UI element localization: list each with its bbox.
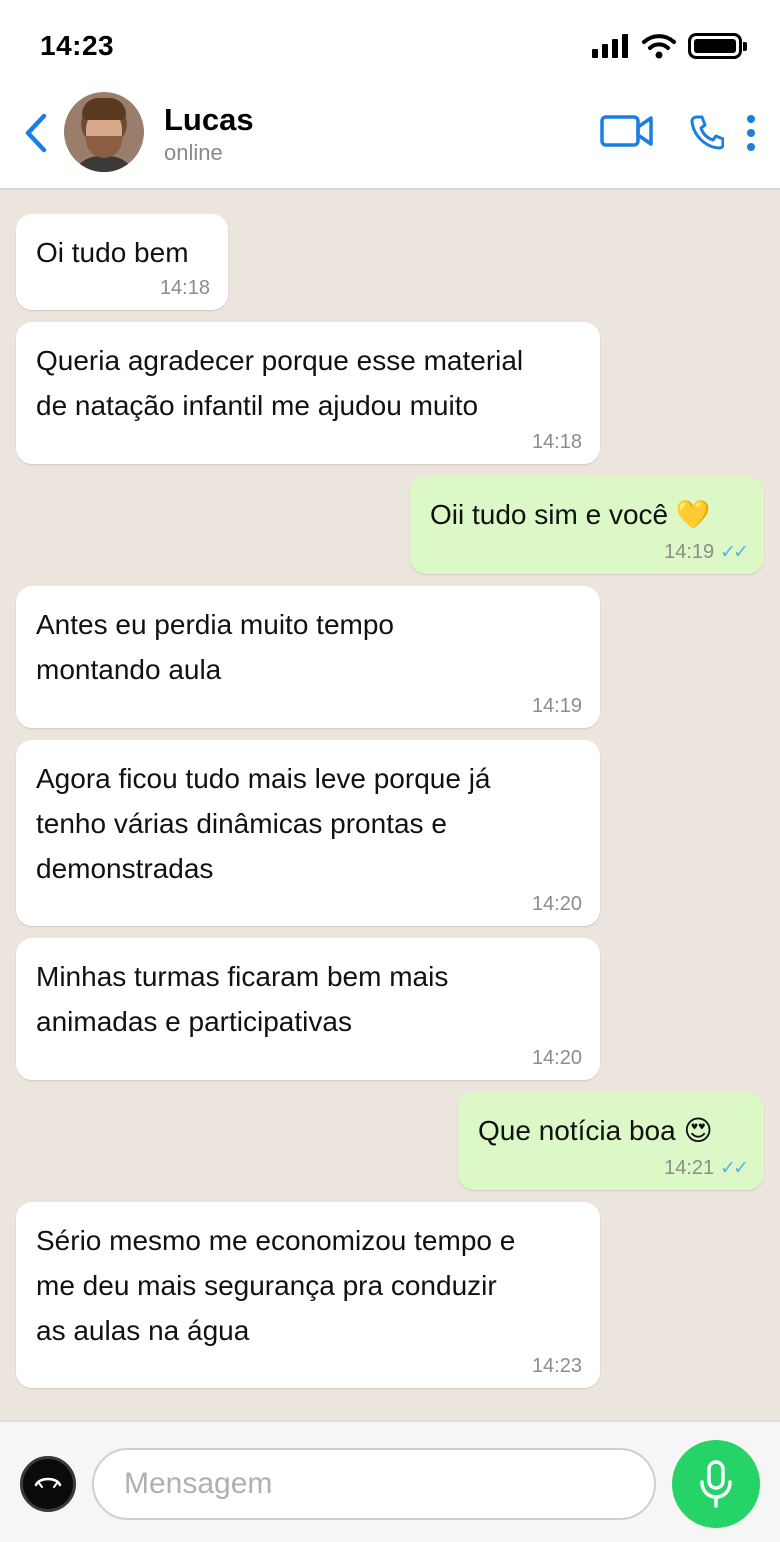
read-ticks-icon: ✓✓ (720, 1158, 749, 1179)
message-text: Antes eu perdia muito tempo montando aul… (36, 609, 394, 685)
message-time: 14:18 (531, 431, 582, 453)
contact-avatar[interactable] (64, 92, 144, 172)
video-camera-icon[interactable] (600, 114, 654, 148)
message-bubble-incoming[interactable]: Sério mesmo me economizou tempo e me deu… (16, 1202, 600, 1388)
message-time: 14:20 (531, 1047, 582, 1069)
contact-status: online (164, 140, 223, 165)
message-time: 14:18 (159, 277, 210, 299)
message-text: Minhas turmas ficaram bem mais animadas … (36, 961, 449, 1037)
message-text: Agora ficou tudo mais leve porque já ten… (36, 763, 491, 884)
message-bubble-incoming[interactable]: Antes eu perdia muito tempo montando aul… (16, 586, 600, 728)
status-icons (592, 30, 747, 62)
phone-icon[interactable] (690, 114, 724, 150)
status-bar: 14:23 (0, 0, 780, 88)
yellow-heart-emoji: 💛 (675, 498, 711, 531)
wifi-icon (642, 34, 676, 59)
message-bubble-outgoing[interactable]: Oii tudo sim e você 💛 14:19 ✓✓ (410, 476, 764, 574)
message-time: 14:23 (531, 1355, 582, 1377)
back-chevron-icon[interactable] (18, 110, 54, 156)
contact-name[interactable]: Lucas (164, 102, 254, 138)
message-text: Sério mesmo me economizou tempo e me deu… (36, 1225, 516, 1346)
battery-icon (688, 33, 747, 59)
microphone-icon (700, 1460, 732, 1508)
message-text: Oi tudo bem (36, 237, 189, 268)
message-bubble-incoming[interactable]: Oi tudo bem 14:18 (16, 214, 228, 310)
status-time: 14:23 (40, 30, 115, 61)
more-vertical-icon[interactable] (744, 114, 758, 152)
message-time: 14:21 (664, 1157, 715, 1179)
message-text: Queria agradecer porque esse material de… (36, 345, 524, 421)
message-text: Que notícia boa 😍 (478, 1114, 713, 1147)
message-time: 14:19 (664, 541, 715, 563)
message-bubble-outgoing[interactable]: Que notícia boa 😍 14:21 ✓✓ (458, 1092, 764, 1190)
read-ticks-icon: ✓✓ (720, 542, 749, 563)
message-time: 14:19 (531, 695, 582, 717)
chat-header: Lucas online (0, 88, 780, 190)
message-bubble-incoming[interactable]: Queria agradecer porque esse material de… (16, 322, 600, 464)
message-input-bar (0, 1420, 780, 1542)
message-input[interactable] (92, 1448, 656, 1520)
heart-eyes-emoji: 😍 (683, 1114, 713, 1147)
message-bubble-incoming[interactable]: Minhas turmas ficaram bem mais animadas … (16, 938, 600, 1080)
microphone-button[interactable] (672, 1440, 760, 1528)
emoji-icon[interactable] (20, 1456, 76, 1512)
message-time: 14:20 (531, 893, 582, 915)
signal-icon (592, 34, 628, 58)
message-text: Oii tudo sim e você 💛 (430, 498, 711, 531)
message-bubble-incoming[interactable]: Agora ficou tudo mais leve porque já ten… (16, 740, 600, 926)
